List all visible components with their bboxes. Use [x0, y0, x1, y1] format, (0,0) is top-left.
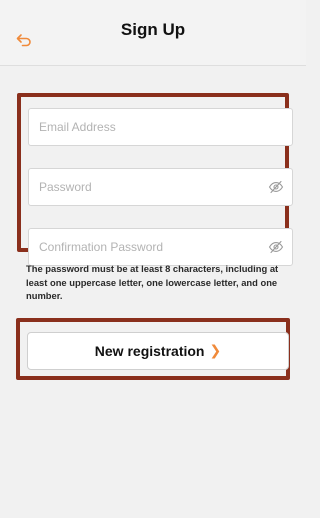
email-field[interactable]: [28, 108, 293, 146]
password-input[interactable]: [29, 169, 292, 205]
top-bar: Sign Up: [0, 0, 306, 66]
email-input[interactable]: [29, 109, 292, 145]
password-field[interactable]: [28, 168, 293, 206]
chevron-right-icon: ❯: [209, 341, 222, 358]
signup-form-group: [17, 93, 293, 266]
new-registration-label: New registration: [94, 343, 205, 359]
back-button[interactable]: [14, 31, 34, 49]
confirm-password-field[interactable]: [28, 228, 293, 266]
confirm-password-input[interactable]: [29, 229, 292, 265]
back-arrow-icon: [16, 34, 31, 47]
eye-off-icon[interactable]: [268, 240, 284, 254]
eye-off-icon[interactable]: [268, 180, 284, 194]
page-title: Sign Up: [120, 19, 186, 39]
new-registration-button[interactable]: New registration ❯: [27, 332, 289, 370]
signup-screen: Sign Up The password must be at least 8 …: [0, 0, 306, 518]
register-button-group: New registration ❯: [16, 318, 290, 380]
password-hint: The password must be at least 8 characte…: [26, 263, 279, 301]
